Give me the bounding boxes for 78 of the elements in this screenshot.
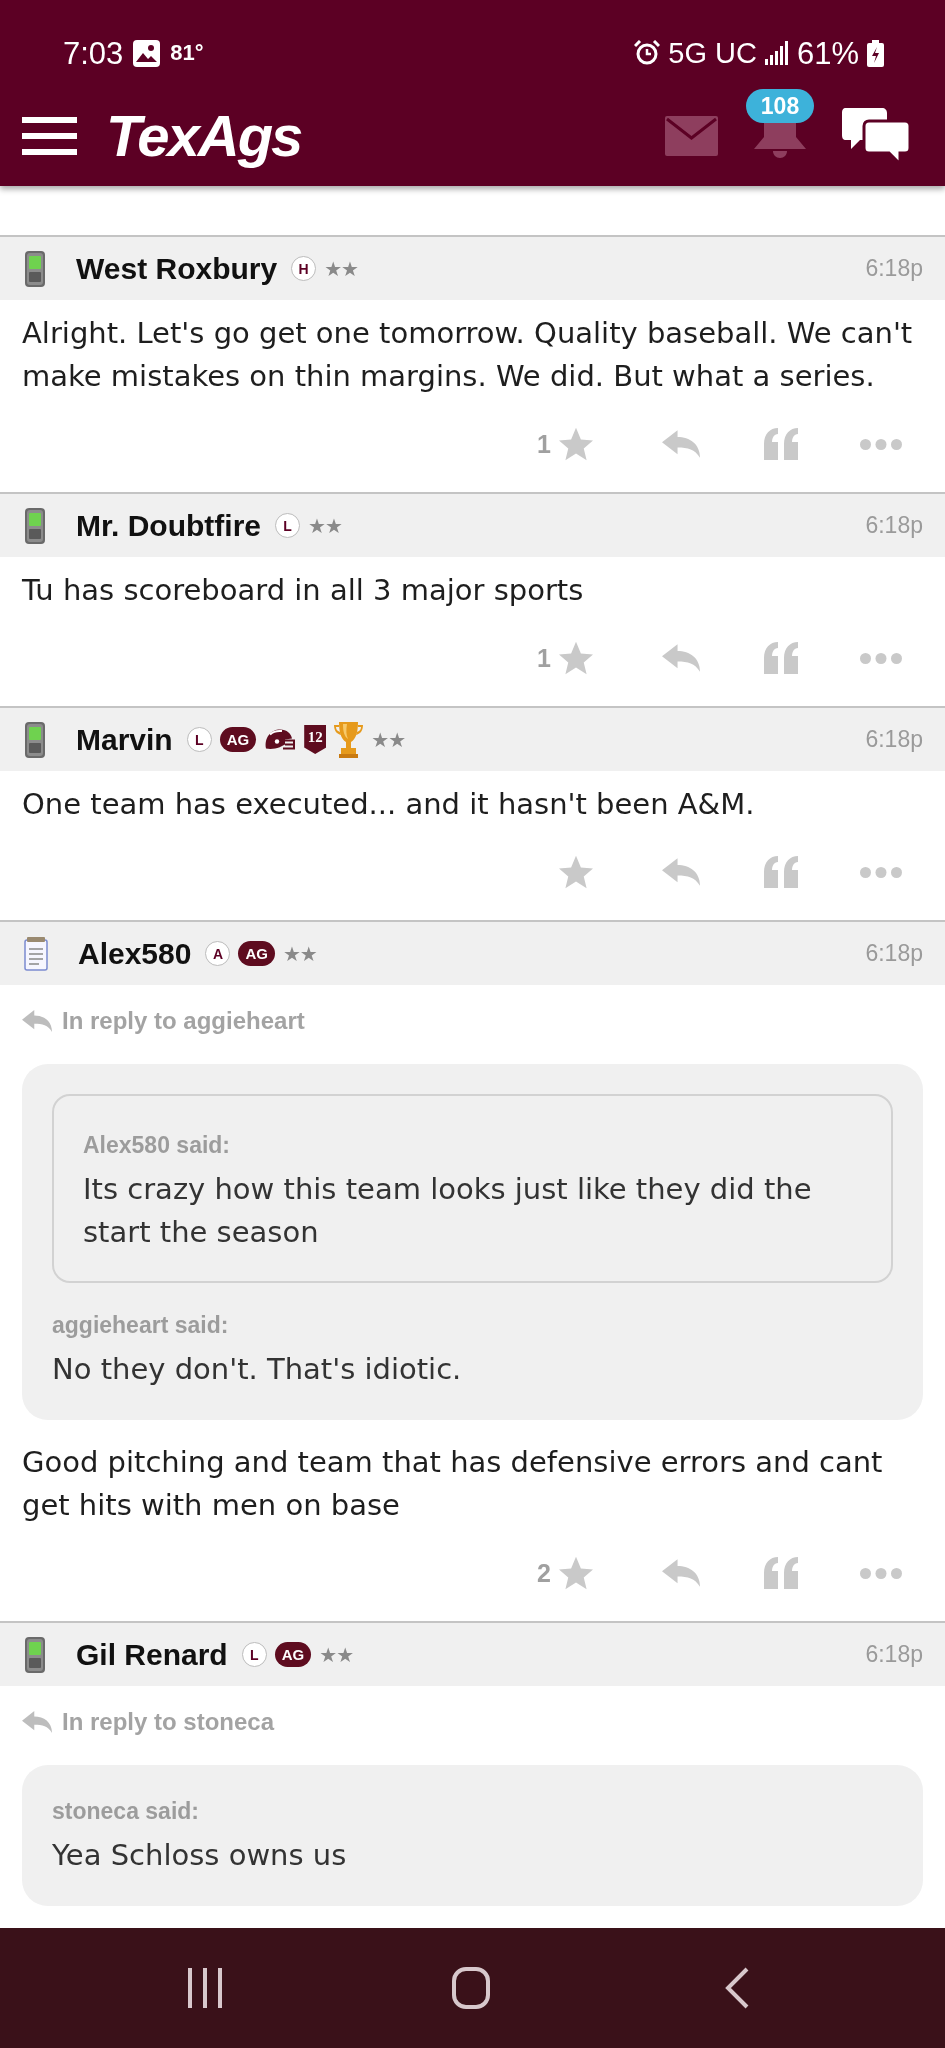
quote-icon: [764, 856, 798, 888]
reply-icon: [662, 644, 700, 672]
gallery-icon: [133, 39, 161, 67]
quote-icon: [764, 642, 798, 674]
author-name[interactable]: West Roxbury: [76, 251, 278, 286]
battery-text: 61%: [796, 37, 859, 69]
star-icon: [559, 641, 593, 675]
rank-stars: ★★: [282, 941, 317, 966]
tag-badge: AG: [238, 941, 275, 966]
post-time: 6:18p: [865, 512, 923, 539]
network-text: 5G UC: [668, 38, 757, 68]
letter-badge: L: [275, 513, 300, 538]
menu-icon[interactable]: [22, 116, 77, 155]
recents-icon: [187, 1968, 223, 2008]
letter-badge: L: [186, 727, 212, 752]
rank-stars: ★★: [308, 513, 342, 538]
quote-icon: [764, 428, 798, 460]
more-icon: [860, 652, 902, 664]
home-icon: [452, 1967, 490, 2009]
phone-icon: [24, 507, 46, 544]
notepad-icon: [24, 936, 48, 971]
home-button[interactable]: [452, 1967, 490, 2009]
letter-badge: H: [291, 256, 317, 281]
rank-stars: ★★: [324, 256, 358, 281]
alarm-icon: [634, 40, 661, 66]
letter-badge: A: [205, 941, 231, 966]
tag-badge: AG: [219, 727, 257, 752]
status-time: 7:03: [63, 37, 124, 69]
post-time: 6:18p: [865, 940, 923, 967]
letter-badge: L: [241, 1642, 267, 1667]
rank-stars: ★★: [319, 1642, 354, 1667]
post-time: 6:18p: [865, 1641, 923, 1668]
temperature-text: 81°: [170, 42, 204, 64]
star-icon: [559, 855, 593, 889]
trophy-icon: [334, 721, 364, 758]
quote-text: Yea Schloss owns us: [52, 1837, 348, 1874]
mail-icon[interactable]: [665, 115, 718, 156]
star-icon: [559, 427, 593, 461]
reply-icon: [662, 1559, 700, 1587]
reply-icon: [22, 1010, 52, 1032]
quote-author: stoneca said:: [52, 1797, 200, 1826]
tag-badge: AG: [274, 1642, 312, 1667]
post-body: Good pitching and team that has defensive errors and cant get hits with men on base: [21, 1444, 884, 1524]
back-button[interactable]: [725, 1967, 749, 2009]
phone-icon: [24, 1636, 46, 1673]
battery-icon: [867, 39, 884, 67]
star-icon: [559, 1556, 593, 1590]
shield-badge: 12: [304, 725, 327, 754]
reply-icon: [22, 1711, 52, 1733]
phone-icon: [24, 721, 46, 758]
post-time: 6:18p: [865, 726, 923, 753]
more-icon: [860, 1567, 902, 1579]
author-name[interactable]: Gil Renard: [76, 1637, 228, 1672]
post-body: Alright. Let's go get one tomorrow. Quality baseball. We can't make mistakes on thin margins. We did. But what a series.: [21, 315, 914, 395]
recent-apps-button[interactable]: [187, 1968, 223, 2008]
quote-text: No they don't. That's idiotic.: [52, 1351, 463, 1388]
reply-icon: [662, 430, 700, 458]
rank-stars: ★★: [371, 727, 406, 752]
quote-author: Alex580 said:: [83, 1131, 232, 1160]
signal-icon: [764, 41, 789, 65]
back-icon: [725, 1967, 749, 2009]
notification-count: 108: [746, 89, 814, 123]
quote-author: aggieheart said:: [52, 1311, 230, 1340]
more-icon: [860, 866, 902, 878]
reply-icon: [662, 858, 700, 886]
post-time: 6:18p: [865, 255, 923, 282]
more-icon: [860, 438, 902, 450]
helmet-icon: [264, 727, 297, 752]
phone-icon: [24, 250, 46, 287]
bell-icon[interactable]: [754, 123, 806, 158]
author-name[interactable]: Alex580: [78, 936, 192, 971]
chat-icon[interactable]: [842, 107, 910, 164]
quote-text: Its crazy how this team looks just like they did the start the season: [83, 1171, 813, 1251]
post-body: Tu has scoreboard in all 3 major sports: [21, 572, 585, 609]
post-body: One team has executed... and it hasn't been A&M.: [21, 786, 756, 823]
author-name[interactable]: Mr. Doubtfire: [76, 508, 261, 543]
author-name[interactable]: Marvin: [76, 722, 173, 757]
quote-icon: [764, 1557, 798, 1589]
